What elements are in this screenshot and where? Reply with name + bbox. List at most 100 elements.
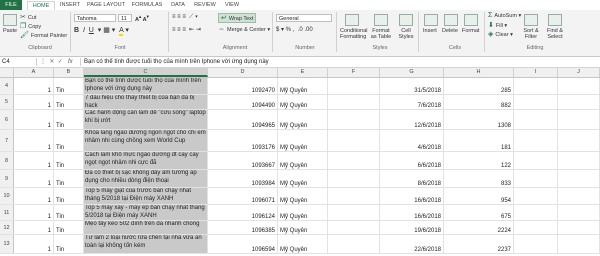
cell-b[interactable]: Tin [54, 205, 84, 220]
clear-button[interactable]: ◈ Clear ▾ [488, 30, 513, 38]
row-header[interactable]: 13 [0, 235, 14, 253]
cell-c[interactable]: 7 dấu hiệu cho thấy thiết bị của bạn đã … [84, 95, 208, 109]
format-as-table-icon[interactable] [374, 14, 388, 26]
cell-d[interactable]: 1096124 [208, 205, 278, 220]
cell-j[interactable] [558, 221, 600, 234]
cell-f[interactable] [328, 221, 380, 234]
fill-button[interactable]: ⬇ Fill ▾ [488, 21, 507, 29]
cell-a[interactable]: 1 [14, 188, 54, 204]
number-format-icons[interactable]: $ ▾ % , .0 .00 [276, 26, 313, 33]
cell-d[interactable]: 1092470 [208, 78, 278, 94]
cell-e[interactable]: Mỹ Quyên [278, 130, 328, 151]
cell-i[interactable] [514, 152, 558, 169]
delete-cells-button[interactable]: Delete [442, 28, 458, 34]
cell-j[interactable] [558, 188, 600, 204]
cell-b[interactable]: Tin [54, 110, 84, 129]
cell-a[interactable]: 1 [14, 95, 54, 109]
column-header-c[interactable]: C [84, 68, 208, 77]
cell-j[interactable] [558, 78, 600, 94]
tab-formulas[interactable]: FORMULAS [130, 1, 164, 10]
cell-f[interactable] [328, 78, 380, 94]
cell-c[interactable]: Cách làm khổ mực ngào đường đt cay cay n… [84, 152, 208, 169]
cell-c[interactable]: Các hành động cần làm để "cứu sống" lapt… [84, 110, 208, 129]
cell-h[interactable]: 2224 [444, 221, 514, 234]
cell-a[interactable]: 1 [14, 205, 54, 220]
cell-a[interactable]: 1 [14, 152, 54, 169]
cell-e[interactable]: Mỹ Quyên [278, 78, 328, 94]
font-name-select[interactable]: Tahoma [74, 14, 116, 22]
cell-c[interactable]: Khoa lang ngáo đường ngon ngọt cho chi e… [84, 130, 208, 151]
tab-review[interactable]: REVIEW [192, 1, 218, 10]
cell-j[interactable] [558, 235, 600, 253]
cell-j[interactable] [558, 152, 600, 169]
column-header-b[interactable]: B [54, 68, 84, 77]
formula-input[interactable]: Bạn có thể tính được tuổi thọ của mình t… [80, 58, 594, 66]
cell-e[interactable]: Mỹ Quyên [278, 110, 328, 129]
cell-e[interactable]: Mỹ Quyên [278, 152, 328, 169]
cell-f[interactable] [328, 170, 380, 187]
cell-f[interactable] [328, 188, 380, 204]
paste-icon[interactable] [3, 14, 17, 26]
cell-c[interactable]: Top 5 máy xay - máy ép bán chạy nhất thá… [84, 205, 208, 220]
column-header-g[interactable]: G [380, 68, 444, 77]
cell-h[interactable]: 882 [444, 95, 514, 109]
cell-a[interactable]: 1 [14, 221, 54, 234]
insert-cells-icon[interactable] [424, 14, 438, 26]
cell-f[interactable] [328, 205, 380, 220]
cell-h[interactable]: 833 [444, 170, 514, 187]
paste-button[interactable]: Paste [3, 28, 17, 34]
wrap-text-button[interactable]: ↵ Wrap Text [218, 13, 257, 23]
cell-h[interactable]: 954 [444, 188, 514, 204]
align-horizontal-icons[interactable]: ≡ ≡ ≡ ⇤ ⇥ [172, 26, 201, 33]
tab-insert[interactable]: INSERT [58, 1, 82, 10]
cell-d[interactable]: 1094490 [208, 95, 278, 109]
cell-i[interactable] [514, 205, 558, 220]
cell-i[interactable] [514, 110, 558, 129]
delete-cells-icon[interactable] [444, 14, 458, 26]
name-box[interactable]: C4 [2, 58, 37, 66]
row-header[interactable]: 10 [0, 188, 14, 204]
cell-g[interactable]: 6/6/2018 [380, 152, 444, 169]
cell-j[interactable] [558, 95, 600, 109]
tab-view[interactable]: VIEW [222, 1, 242, 10]
cell-h[interactable]: 2237 [444, 235, 514, 253]
row-header[interactable]: 5 [0, 95, 14, 109]
cell-g[interactable]: 16/6/2018 [380, 205, 444, 220]
cut-button[interactable]: ✂ Cut [20, 13, 36, 21]
cell-d[interactable]: 1094965 [208, 110, 278, 129]
cell-b[interactable]: Tin [54, 188, 84, 204]
column-header-i[interactable]: I [514, 68, 558, 77]
cell-d[interactable]: 1093667 [208, 152, 278, 169]
format-cells-icon[interactable] [464, 14, 478, 26]
cell-b[interactable]: Tin [54, 78, 84, 94]
cell-h[interactable]: 122 [444, 152, 514, 169]
column-header-a[interactable]: A [14, 68, 54, 77]
cell-a[interactable]: 1 [14, 110, 54, 129]
find-select-icon[interactable] [548, 14, 562, 26]
column-header-j[interactable]: J [558, 68, 600, 77]
cell-b[interactable]: Tin [54, 235, 84, 253]
cell-d[interactable]: 1096071 [208, 188, 278, 204]
fx-icon[interactable]: fx [68, 58, 73, 66]
cell-styles-button[interactable]: Cell Styles [396, 28, 416, 40]
cell-styles-icon[interactable] [399, 14, 413, 26]
cell-g[interactable]: 4/6/2018 [380, 130, 444, 151]
number-format-select[interactable]: General [276, 14, 332, 22]
cell-c[interactable]: Đã có thiết bị sạc không dây âm tường áp… [84, 170, 208, 187]
cell-e[interactable]: Mỹ Quyên [278, 95, 328, 109]
cell-e[interactable]: Mỹ Quyên [278, 170, 328, 187]
autosum-button[interactable]: Σ AutoSum ▾ [488, 12, 521, 19]
column-header-d[interactable]: D [208, 68, 278, 77]
cell-j[interactable] [558, 130, 600, 151]
cell-b[interactable]: Tin [54, 221, 84, 234]
column-header-e[interactable]: E [278, 68, 328, 77]
formula-controls-icon[interactable]: ⋮ ✕ ✓ [40, 58, 63, 66]
cell-c[interactable]: Top 5 máy giặt của trước bán chạy nhất t… [84, 188, 208, 204]
cell-g[interactable]: 22/6/2018 [380, 235, 444, 253]
cell-b[interactable]: Tin [54, 170, 84, 187]
cell-e[interactable]: Mỹ Quyên [278, 235, 328, 253]
cell-a[interactable]: 1 [14, 170, 54, 187]
format-cells-button[interactable]: Format [462, 28, 479, 34]
cell-e[interactable]: Mỹ Quyên [278, 221, 328, 234]
cell-e[interactable]: Mỹ Quyên [278, 188, 328, 204]
